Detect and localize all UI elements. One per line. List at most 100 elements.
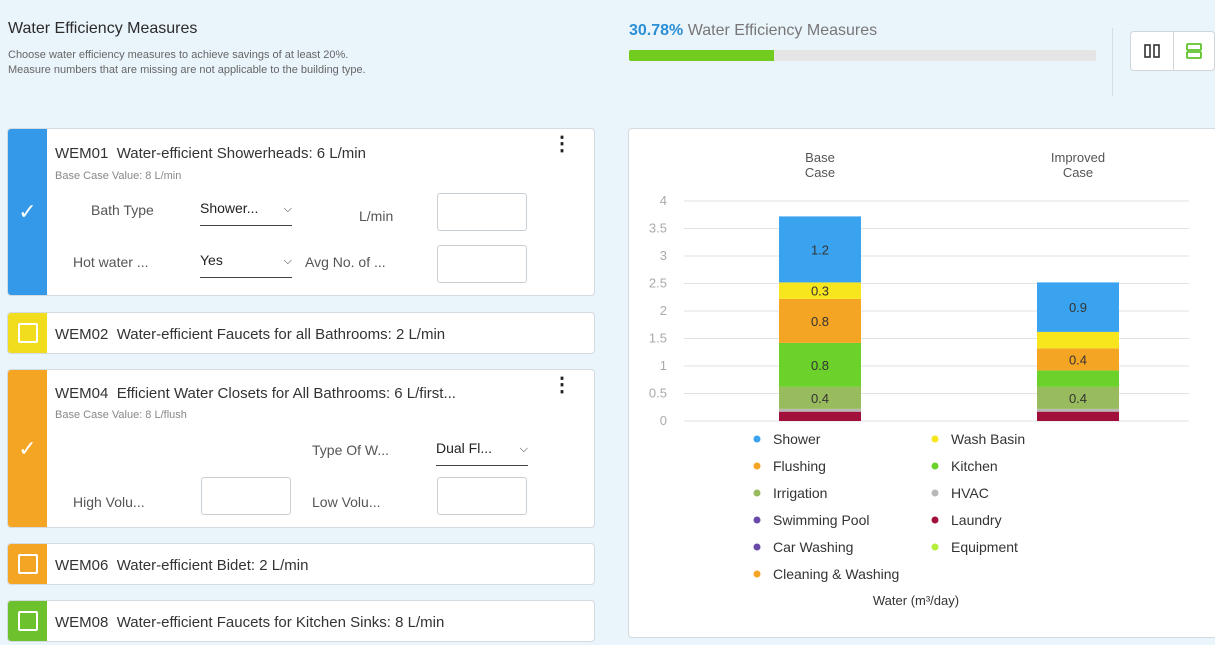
progress-fill: [629, 50, 774, 61]
bar-value-label: 0.8: [811, 358, 829, 373]
legend-marker: [931, 516, 939, 524]
measure-code: WEM08: [55, 614, 109, 631]
x-axis-title: Water (m³/day): [873, 593, 959, 608]
check-icon: ✓: [18, 435, 37, 461]
bath-type-select[interactable]: Shower... ⌵: [200, 200, 292, 226]
rows-view-button[interactable]: [1172, 32, 1214, 70]
low-volume-input[interactable]: [437, 477, 527, 515]
measure-card-wem01[interactable]: ✓ WEM01 Water-efficient Showerheads: 6 L…: [7, 128, 595, 296]
bar-segment: [1037, 331, 1119, 349]
page-subtitle: Choose water efficiency measures to achi…: [8, 48, 608, 78]
y-tick-label: 3: [660, 248, 667, 263]
columns-view-icon: [1143, 44, 1160, 58]
more-options-icon[interactable]: ⋮: [552, 375, 572, 395]
measure-title: WEM08 Water-efficient Faucets for Kitche…: [55, 614, 444, 631]
progress-track: [629, 50, 1096, 61]
check-icon: ✓: [18, 199, 37, 224]
bath-type-value: Shower...: [200, 200, 259, 216]
measure-card-wem02[interactable]: WEM02 Water-efficient Faucets for all Ba…: [7, 312, 595, 354]
y-tick-label: 2.5: [649, 276, 667, 291]
measure-title: WEM06 Water-efficient Bidet: 2 L/min: [55, 557, 308, 574]
progress-heading: 30.78% Water Efficiency Measures: [629, 22, 1099, 40]
measure-name: Efficient Water Closets for All Bathroom…: [116, 385, 456, 402]
legend-label: Wash Basin: [951, 431, 1025, 447]
bar-value-label: 0.4: [1069, 391, 1087, 406]
legend-label: Flushing: [773, 458, 826, 474]
measure-code: WEM04: [55, 385, 109, 402]
lmin-input[interactable]: [437, 193, 527, 231]
legend-marker: [753, 462, 761, 470]
chevron-down-icon: ⌵: [283, 203, 292, 215]
chevron-down-icon: ⌵: [283, 255, 292, 267]
base-case-value: Base Case Value: 8 L/min: [55, 170, 182, 182]
water-usage-chart-panel: 0 0.5 1 1.5 2 2.5 3 3.5 4 Base Case 0.4 0.8 0.8 0.3 1.2…: [628, 128, 1215, 638]
y-tick-label: 4: [660, 193, 667, 208]
measure-card-wem08[interactable]: WEM08 Water-efficient Faucets for Kitche…: [7, 600, 595, 642]
high-volume-input[interactable]: [201, 477, 291, 515]
bar-value-label: 0.4: [811, 391, 829, 406]
bar-segment: [779, 411, 861, 421]
hot-water-value: Yes: [200, 252, 223, 268]
legend-label: Irrigation: [773, 485, 827, 501]
legend-marker: [931, 489, 939, 497]
legend-label: Swimming Pool: [773, 512, 869, 528]
measure-card-wem06[interactable]: WEM06 Water-efficient Bidet: 2 L/min: [7, 543, 595, 585]
high-volume-label: High Volu...: [73, 494, 145, 510]
view-toggle: [1130, 31, 1215, 71]
checkbox-icon: [17, 611, 38, 631]
bar-value-label: 0.9: [1069, 300, 1087, 315]
y-tick-label: 3.5: [649, 221, 667, 236]
measure-select-toggle[interactable]: [8, 544, 47, 584]
bar-value-label: 0.8: [811, 314, 829, 329]
legend-label: HVAC: [951, 485, 989, 501]
stacked-bar-chart: 00.511.522.533.54BaseCase0.40.80.80.31.2…: [649, 150, 1189, 608]
low-volume-label: Low Volu...: [312, 494, 381, 510]
bath-type-label: Bath Type: [91, 202, 154, 218]
lmin-label: L/min: [359, 208, 394, 224]
column-header: Case: [805, 165, 835, 180]
avg-number-label: Avg No. of ...: [305, 254, 386, 270]
page-title: Water Efficiency Measures: [8, 20, 198, 37]
legend-marker: [753, 516, 761, 524]
checkbox-icon: [17, 323, 38, 343]
measure-title: WEM04 Efficient Water Closets for All Ba…: [55, 385, 456, 402]
progress-label: Water Efficiency Measures: [687, 22, 878, 39]
legend-marker: [931, 462, 939, 470]
column-header: Base: [805, 150, 835, 165]
bar-value-label: 1.2: [811, 242, 829, 257]
bar-segment: [1037, 408, 1119, 412]
checkbox-icon: [17, 554, 38, 574]
legend-marker: [931, 543, 939, 551]
bar-segment: [1037, 370, 1119, 387]
column-header: Improved: [1051, 150, 1105, 165]
measure-name: Water-efficient Faucets for Kitchen Sink…: [116, 614, 445, 631]
legend-label: Cleaning & Washing: [773, 566, 899, 582]
savings-progress: 30.78% Water Efficiency Measures: [629, 22, 1099, 61]
measure-title: WEM02 Water-efficient Faucets for all Ba…: [55, 326, 445, 343]
measure-select-toggle[interactable]: ✓: [8, 129, 47, 295]
bar-segment: [1037, 411, 1119, 421]
type-of-wc-label: Type Of W...: [312, 442, 390, 458]
legend-label: Car Washing: [773, 539, 853, 555]
more-options-icon[interactable]: ⋮: [552, 134, 572, 154]
type-of-wc-select[interactable]: Dual Fl... ⌵: [436, 440, 528, 466]
header-divider: [1112, 28, 1113, 96]
legend-label: Equipment: [951, 539, 1018, 555]
hot-water-label: Hot water ...: [73, 254, 149, 270]
measure-card-wem04[interactable]: ✓ WEM04 Efficient Water Closets for All …: [7, 369, 595, 528]
subtitle-line-2: Measure numbers that are missing are not…: [8, 64, 366, 76]
measure-select-toggle[interactable]: [8, 313, 47, 353]
legend-marker: [753, 435, 761, 443]
measure-select-toggle[interactable]: ✓: [8, 370, 47, 527]
bar-segment: [779, 408, 861, 412]
columns-view-button[interactable]: [1131, 32, 1173, 70]
measure-code: WEM01: [55, 145, 109, 162]
legend-marker: [753, 489, 761, 497]
avg-number-input[interactable]: [437, 245, 527, 283]
measure-name: Water-efficient Showerheads: 6 L/min: [116, 145, 366, 162]
measure-select-toggle[interactable]: [8, 601, 47, 641]
legend-marker: [753, 543, 761, 551]
measure-name: Water-efficient Faucets for all Bathroom…: [116, 326, 446, 343]
measure-title: WEM01 Water-efficient Showerheads: 6 L/m…: [55, 145, 366, 162]
hot-water-select[interactable]: Yes ⌵: [200, 252, 292, 278]
